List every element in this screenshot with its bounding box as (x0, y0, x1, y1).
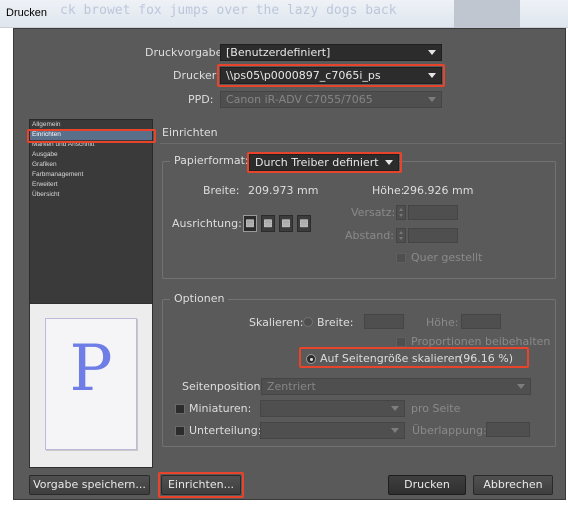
papierformat-highlight (247, 152, 402, 173)
ueberlappung-input[interactable] (486, 422, 530, 437)
drucker-highlight (217, 64, 445, 87)
abstand-stepper[interactable] (396, 228, 406, 243)
background-ghost-text: ck browet fox jumps over the lazy dogs b… (60, 3, 397, 18)
orientation-landscape-icon[interactable]: ▩ (261, 215, 275, 232)
sidebar-item-grafiken[interactable]: Grafiken (30, 160, 152, 170)
versatz-input[interactable] (408, 205, 458, 220)
hoehe-label: Höhe: (372, 184, 405, 197)
unterteilung-checkbox[interactable] (175, 426, 185, 436)
chevron-down-icon (391, 406, 399, 411)
unterteilung-select[interactable] (260, 422, 405, 439)
miniaturen-checkbox[interactable] (175, 404, 185, 414)
ppd-value: Canon iR-ADV C7055/7065 (226, 93, 373, 106)
auf-seitengroesse-highlight (299, 347, 529, 368)
print-dialog: Druckvorgabe: [Benutzerdefiniert] Drucke… (13, 28, 566, 500)
preview-letter: P (69, 332, 113, 406)
versatz-label: Versatz: (351, 206, 396, 219)
abstand-input[interactable] (408, 228, 458, 243)
skalieren-breite-radio[interactable] (303, 317, 313, 327)
unterteilung-label: Unterteilung: (189, 424, 262, 437)
versatz-stepper[interactable] (396, 205, 406, 220)
sidebar-item-ausgabe[interactable]: Ausgabe (30, 150, 152, 160)
chevron-down-icon (428, 97, 436, 102)
skalieren-label: Skalieren: (249, 316, 304, 329)
skalieren-breite-label: Breite: (317, 316, 354, 329)
vorgabe-speichern-button[interactable]: Vorgabe speichern... (29, 475, 150, 495)
miniaturen-label: Miniaturen: (189, 402, 252, 415)
drucker-label: Drucker: (173, 69, 220, 82)
quer-gestellt-label: Quer gestellt (411, 251, 483, 264)
einrichten-tab-highlight (27, 129, 156, 143)
ppd-label: PPD: (188, 93, 214, 106)
proportionen-checkbox[interactable] (396, 337, 406, 347)
optionen-section-title: Optionen (170, 292, 229, 305)
miniaturen-select[interactable] (260, 400, 405, 417)
seitenposition-select[interactable]: Zentriert (261, 378, 531, 395)
druckvorgabe-label: Druckvorgabe: (145, 46, 227, 59)
druckvorgabe-select[interactable]: [Benutzerdefiniert] (220, 44, 442, 61)
page-preview: P (29, 303, 153, 468)
window-title: Drucken (6, 7, 47, 19)
seitenposition-label: Seitenposition: (182, 380, 265, 393)
pro-seite-label: pro Seite (411, 402, 461, 415)
skalieren-breite-input[interactable] (364, 314, 404, 329)
ueberlappung-label: Überlappung: (412, 424, 487, 437)
abbrechen-button[interactable]: Abbrechen (473, 475, 553, 495)
einrichten-section-title: Einrichten (162, 126, 218, 139)
breite-label: Breite: (203, 184, 240, 197)
orientation-portrait-reverse-icon[interactable]: ▩ (279, 215, 293, 232)
skalieren-hoehe-input[interactable] (461, 314, 501, 329)
chevron-down-icon (517, 384, 525, 389)
abstand-label: Abstand: (345, 229, 394, 242)
category-list: Allgemein Einrichten Marken und Anschnit… (29, 119, 153, 309)
ppd-select[interactable]: Canon iR-ADV C7055/7065 (220, 91, 442, 108)
sidebar-item-farbmanagement[interactable]: Farbmanagement (30, 170, 152, 180)
orientation-portrait-icon[interactable]: ▩ (243, 215, 257, 232)
sidebar-item-erweitert[interactable]: Erweitert (30, 180, 152, 190)
sidebar-item-uebersicht[interactable]: Übersicht (30, 190, 152, 200)
druckvorgabe-value: [Benutzerdefiniert] (226, 46, 331, 59)
ausrichtung-label: Ausrichtung: (172, 217, 242, 230)
chevron-down-icon (428, 50, 436, 55)
title-bar-controls-area (454, 0, 520, 28)
preview-page: P (45, 318, 137, 450)
chevron-down-icon (391, 428, 399, 433)
section-divider (160, 143, 562, 144)
breite-value: 209.973 mm (248, 184, 319, 197)
seitenposition-value: Zentriert (267, 380, 316, 393)
quer-gestellt-checkbox[interactable] (396, 253, 406, 263)
hoehe-value: 296.926 mm (403, 184, 474, 197)
papierformat-label: Papierformat: (170, 154, 253, 167)
title-bar: Drucken ck browet fox jumps over the laz… (0, 0, 568, 28)
drucken-button[interactable]: Drucken (388, 475, 466, 495)
orientation-landscape-reverse-icon[interactable]: ▩ (297, 215, 311, 232)
skalieren-hoehe-label: Höhe: (426, 316, 459, 329)
einrichten-button-highlight (158, 472, 244, 498)
